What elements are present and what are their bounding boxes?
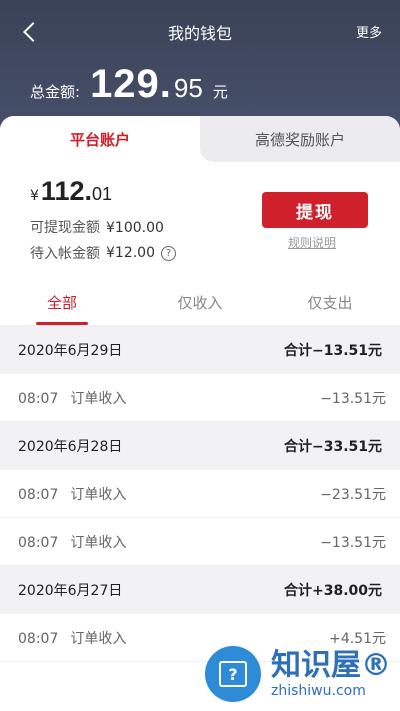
group-date: 2020年6月28日	[18, 439, 123, 455]
tab-amap-reward-account[interactable]: 高德奖励账户	[200, 116, 400, 162]
tab-all[interactable]: 全部	[12, 278, 112, 326]
question-mark-icon[interactable]: ?	[161, 245, 176, 261]
pending-value: ¥12.00	[106, 245, 155, 261]
tab-expense-only[interactable]: 仅支出	[280, 278, 380, 326]
date-group-header: 2020年6月29日 合计−13.51元	[0, 326, 400, 374]
group-date: 2020年6月27日	[18, 583, 123, 599]
item-amount: +4.51元	[329, 630, 386, 647]
yen-symbol: ¥	[30, 188, 39, 204]
rules-link[interactable]: 规则说明	[288, 234, 336, 251]
page-title: 我的钱包	[167, 24, 232, 43]
item-label: 订单收入	[70, 390, 127, 407]
total-amount: 总金额: 129. 95 元	[30, 62, 228, 107]
total-label: 总金额:	[30, 83, 81, 101]
withdrawable-value: ¥100.00	[106, 220, 164, 236]
tab-platform-account[interactable]: 平台账户	[0, 116, 200, 162]
watermark-monitor-icon: ?	[205, 646, 261, 702]
total-decimal: 95	[173, 73, 203, 103]
group-sum: 合计−33.51元	[283, 439, 382, 455]
watermark-logo: ? 知识屋® zhishiwu.com	[205, 646, 391, 702]
total-unit: 元	[212, 83, 228, 101]
total-integer: 129.	[90, 62, 172, 106]
item-time: 08:07	[18, 534, 59, 551]
item-amount: −23.51元	[320, 486, 386, 503]
pending-label: 待入帐金额	[30, 246, 100, 262]
withdrawable-label: 可提现金额	[30, 220, 100, 236]
watermark-text: 知识屋®	[271, 648, 391, 683]
item-amount: −13.51元	[320, 390, 386, 407]
item-label: 订单收入	[70, 630, 127, 647]
more-button[interactable]: 更多	[356, 22, 382, 41]
item-label: 订单收入	[70, 486, 127, 503]
list-item[interactable]: 08:07 订单收入 −13.51元	[0, 518, 400, 566]
account-tabs: 平台账户 高德奖励账户	[0, 116, 400, 162]
balance-decimal: 01	[91, 184, 113, 204]
date-group-header: 2020年6月27日 合计+38.00元	[0, 566, 400, 614]
active-tab-indicator	[36, 322, 88, 325]
item-time: 08:07	[18, 486, 59, 503]
account-card: 平台账户 高德奖励账户 ¥ 112. 01 可提现金额 ¥100.00 待入帐金额…	[0, 116, 400, 278]
filter-tabs: 全部 仅收入 仅支出	[0, 278, 400, 326]
date-group-header: 2020年6月28日 合计−33.51元	[0, 422, 400, 470]
withdrawable-line: 可提现金额 ¥100.00	[30, 217, 164, 237]
balance-integer: 112.	[40, 176, 92, 206]
item-amount: −13.51元	[320, 534, 386, 551]
account-balance: ¥ 112. 01	[30, 176, 112, 207]
group-sum: 合计−13.51元	[283, 343, 382, 359]
item-time: 08:07	[18, 630, 59, 647]
item-time: 08:07	[18, 390, 59, 407]
list-item[interactable]: 08:07 订单收入 −23.51元	[0, 470, 400, 518]
withdraw-button[interactable]: 提现	[262, 192, 368, 228]
pending-line: 待入帐金额 ¥12.00 ?	[30, 243, 176, 263]
list-item[interactable]: 08:07 订单收入 −13.51元	[0, 374, 400, 422]
group-sum: 合计+38.00元	[283, 583, 382, 599]
group-date: 2020年6月29日	[18, 343, 123, 359]
tab-income-only[interactable]: 仅收入	[150, 278, 250, 326]
transaction-list: 2020年6月29日 合计−13.51元 08:07 订单收入 −13.51元 2…	[0, 326, 400, 662]
watermark-url: zhishiwu.com	[271, 683, 366, 699]
item-label: 订单收入	[70, 534, 127, 551]
